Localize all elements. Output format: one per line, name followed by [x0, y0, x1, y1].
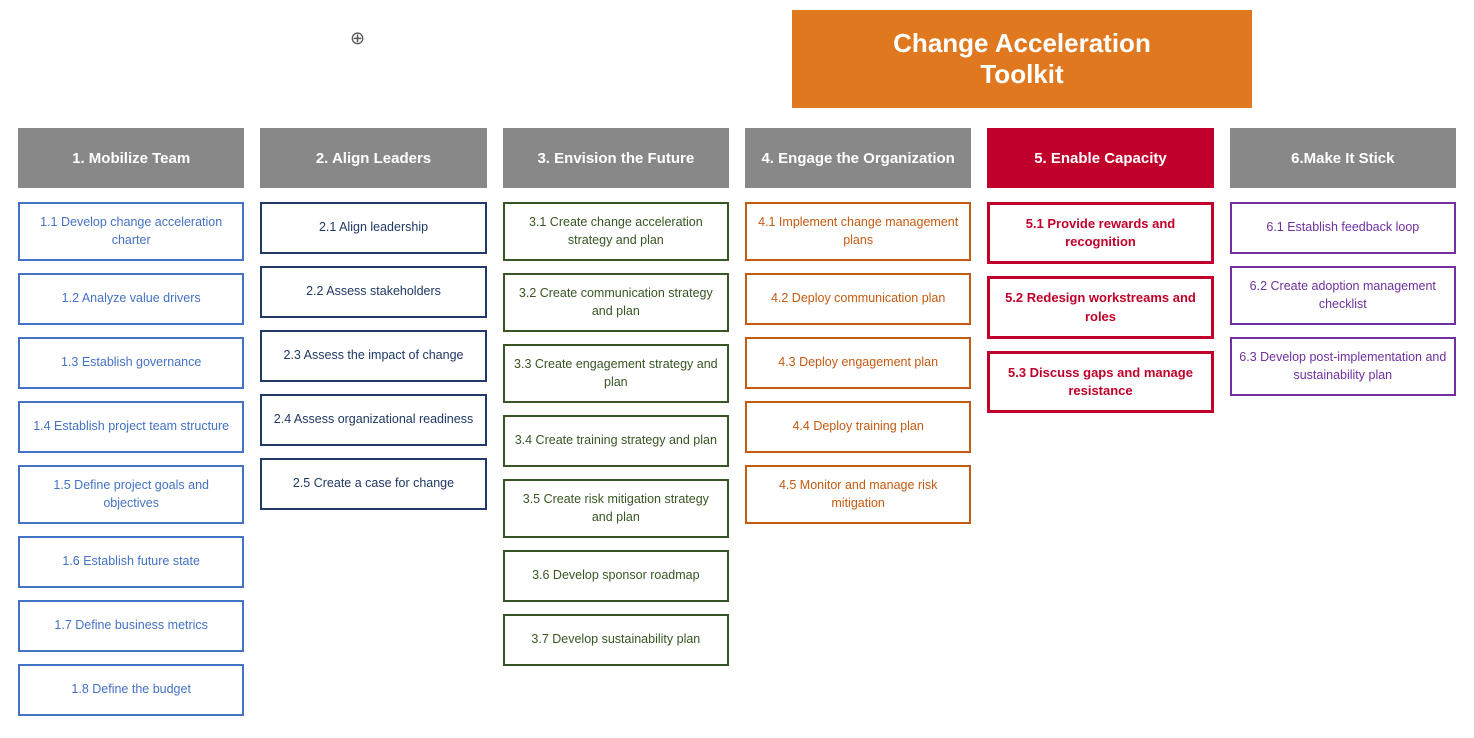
card-1.8[interactable]: 1.8 Define the budget [18, 664, 244, 716]
col-header-col1: 1. Mobilize Team [18, 128, 244, 188]
page-title: Change Acceleration Toolkit [792, 10, 1252, 108]
columns-wrapper: 1. Mobilize Team 1.1 Develop change accel… [10, 128, 1464, 728]
card-6.2[interactable]: 6.2 Create adoption management checklist [1230, 266, 1456, 325]
col-header-col6: 6.Make It Stick [1230, 128, 1456, 188]
card-4.4[interactable]: 4.4 Deploy training plan [745, 401, 971, 453]
card-1.4[interactable]: 1.4 Establish project team structure [18, 401, 244, 453]
card-2.4[interactable]: 2.4 Assess organizational readiness [260, 394, 486, 446]
card-1.6[interactable]: 1.6 Establish future state [18, 536, 244, 588]
card-1.1[interactable]: 1.1 Develop change acceleration charter [18, 202, 244, 261]
card-3.4[interactable]: 3.4 Create training strategy and plan [503, 415, 729, 467]
card-4.5[interactable]: 4.5 Monitor and manage risk mitigation [745, 465, 971, 524]
card-3.2[interactable]: 3.2 Create communication strategy and pl… [503, 273, 729, 332]
column-col4: 4. Engage the Organization 4.1 Implement … [737, 128, 979, 728]
card-4.1[interactable]: 4.1 Implement change management plans [745, 202, 971, 261]
card-3.7[interactable]: 3.7 Develop sustainability plan [503, 614, 729, 666]
card-3.3[interactable]: 3.3 Create engagement strategy and plan [503, 344, 729, 403]
card-3.5[interactable]: 3.5 Create risk mitigation strategy and … [503, 479, 729, 538]
card-4.2[interactable]: 4.2 Deploy communication plan [745, 273, 971, 325]
card-2.5[interactable]: 2.5 Create a case for change [260, 458, 486, 510]
card-1.5[interactable]: 1.5 Define project goals and objectives [18, 465, 244, 524]
resize-cursor: ⊕ [350, 28, 365, 49]
col-header-col3: 3. Envision the Future [503, 128, 729, 188]
col-header-col2: 2. Align Leaders [260, 128, 486, 188]
column-col1: 1. Mobilize Team 1.1 Develop change accel… [10, 128, 252, 728]
card-5.1[interactable]: 5.1 Provide rewards and recognition [987, 202, 1213, 264]
card-6.3[interactable]: 6.3 Develop post-implementation and sust… [1230, 337, 1456, 396]
card-5.3[interactable]: 5.3 Discuss gaps and manage resistance [987, 351, 1213, 413]
card-4.3[interactable]: 4.3 Deploy engagement plan [745, 337, 971, 389]
card-5.2[interactable]: 5.2 Redesign workstreams and roles [987, 276, 1213, 338]
card-2.2[interactable]: 2.2 Assess stakeholders [260, 266, 486, 318]
card-3.6[interactable]: 3.6 Develop sponsor roadmap [503, 550, 729, 602]
card-3.1[interactable]: 3.1 Create change acceleration strategy … [503, 202, 729, 261]
column-col6: 6.Make It Stick 6.1 Establish feedback lo… [1222, 128, 1464, 728]
column-col3: 3. Envision the Future 3.1 Create change … [495, 128, 737, 728]
card-1.3[interactable]: 1.3 Establish governance [18, 337, 244, 389]
title-area: Change Acceleration Toolkit [580, 10, 1464, 108]
col-header-col5: 5. Enable Capacity [987, 128, 1213, 188]
card-1.2[interactable]: 1.2 Analyze value drivers [18, 273, 244, 325]
page-wrapper: ⊕ Change Acceleration Toolkit 1. Mobiliz… [0, 0, 1474, 738]
card-2.1[interactable]: 2.1 Align leadership [260, 202, 486, 254]
card-1.7[interactable]: 1.7 Define business metrics [18, 600, 244, 652]
card-6.1[interactable]: 6.1 Establish feedback loop [1230, 202, 1456, 254]
column-col2: 2. Align Leaders 2.1 Align leadership 2.2 … [252, 128, 494, 728]
column-col5: 5. Enable Capacity 5.1 Provide rewards an… [979, 128, 1221, 728]
col-header-col4: 4. Engage the Organization [745, 128, 971, 188]
card-2.3[interactable]: 2.3 Assess the impact of change [260, 330, 486, 382]
